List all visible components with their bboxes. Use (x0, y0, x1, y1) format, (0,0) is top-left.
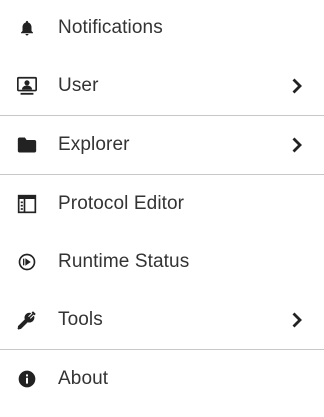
menu-divider (0, 174, 324, 175)
menu-item-user[interactable]: User (0, 58, 324, 114)
play-circle-icon (16, 251, 38, 273)
menu-item-label: User (58, 75, 99, 96)
info-icon (16, 368, 38, 390)
tools-icon (16, 309, 38, 331)
menu-item-protocol-editor[interactable]: Protocol Editor (0, 176, 324, 232)
user-monitor-icon (16, 75, 38, 97)
menu-item-notifications[interactable]: Notifications (0, 0, 324, 56)
menu-item-label: Notifications (58, 17, 163, 38)
menu-divider (0, 349, 324, 350)
chevron-right-icon (290, 77, 304, 95)
menu-item-label: About (58, 368, 109, 389)
menu-item-label: Runtime Status (58, 251, 190, 272)
menu-item-tools[interactable]: Tools (0, 292, 324, 348)
chevron-right-icon (290, 311, 304, 329)
menu-item-label: Tools (58, 309, 103, 330)
menu-item-about[interactable]: About (0, 351, 324, 407)
menu-item-explorer[interactable]: Explorer (0, 117, 324, 173)
navigation-menu: Notifications User Explorer Protocol Edi… (0, 0, 324, 417)
folder-icon (16, 134, 38, 156)
menu-item-label: Explorer (58, 134, 130, 155)
menu-item-runtime-status[interactable]: Runtime Status (0, 234, 324, 290)
chevron-right-icon (290, 136, 304, 154)
menu-item-label: Protocol Editor (58, 193, 185, 214)
bell-icon (16, 17, 38, 39)
menu-divider (0, 115, 324, 116)
editor-window-icon (16, 193, 38, 215)
